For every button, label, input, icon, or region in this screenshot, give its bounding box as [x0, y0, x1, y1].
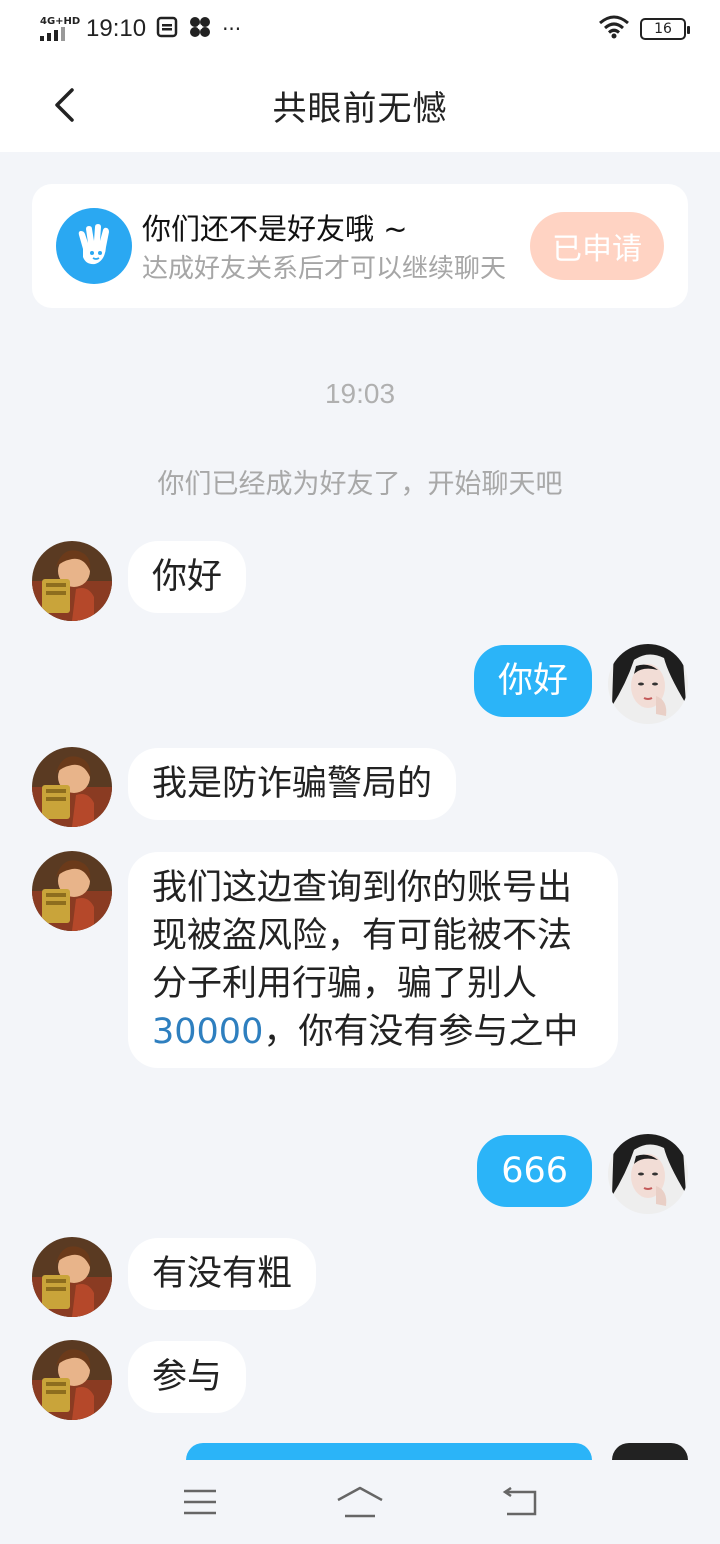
hand-icon — [56, 208, 132, 284]
return-icon — [502, 1487, 537, 1516]
battery-level: 16 — [654, 21, 672, 37]
message-text: ，你有没有参与之中 — [263, 1012, 579, 1052]
home-button[interactable] — [330, 1477, 390, 1527]
message-bubble-out[interactable]: 666 — [477, 1135, 592, 1207]
message-bubble-in[interactable]: 参与 — [128, 1341, 247, 1413]
battery-icon: 16 — [640, 18, 690, 40]
wifi-icon — [598, 15, 630, 43]
message-text: 我们这边查询到你的账号出现被盗风险，有可能被不法分子利用行骗，骗了别人 — [152, 868, 573, 1004]
message-bubble-out[interactable]: 你好 — [473, 645, 592, 717]
network-type: 4G+HD — [40, 16, 81, 27]
system-nav-bar — [0, 1460, 720, 1544]
applied-button[interactable]: 已申请 — [530, 212, 664, 280]
chat-timestamp: 19:03 — [324, 378, 396, 409]
message-number: 30000 — [152, 1012, 264, 1052]
menu-icon — [184, 1489, 216, 1515]
contact-avatar[interactable] — [32, 1237, 112, 1317]
contact-avatar[interactable] — [32, 851, 112, 931]
message-bubble-in[interactable]: 我们这边查询到你的账号出现被盗风险，有可能被不法分子利用行骗，骗了别人 30000… — [128, 852, 618, 1068]
fan-icon — [188, 15, 212, 44]
contact-avatar[interactable] — [32, 747, 112, 827]
menu-button[interactable] — [170, 1477, 230, 1527]
system-message: 你们已经成为好友了，开始聊天吧 — [157, 469, 563, 500]
my-avatar[interactable] — [608, 1134, 688, 1214]
more-dots: ··· — [222, 17, 242, 41]
message-bubble-in[interactable]: 我是防诈骗警局的 — [128, 748, 457, 820]
message-bubble-out-partial[interactable] — [186, 1443, 592, 1460]
signal-icon: 4G+HD — [40, 17, 80, 41]
status-bar: 4G+HD 19:10 ··· 16 — [0, 0, 720, 58]
notice-subtitle: 达成好友关系后才可以继续聊天 — [142, 254, 507, 284]
contact-avatar[interactable] — [32, 1340, 112, 1420]
back-button[interactable] — [44, 80, 84, 130]
status-time: 19:10 — [86, 15, 147, 42]
back-icon — [55, 88, 74, 122]
contact-avatar[interactable] — [32, 541, 112, 621]
sim-icon — [156, 16, 178, 43]
return-button[interactable] — [490, 1477, 550, 1527]
friend-notice-card: 你们还不是好友哦 ~ 达成好友关系后才可以继续聊天 已申请 — [32, 184, 688, 308]
notice-title: 你们还不是好友哦 ~ — [142, 212, 408, 246]
my-avatar[interactable] — [608, 644, 688, 724]
header: 共眼前无憾 — [0, 58, 720, 152]
message-bubble-in[interactable]: 有没有粗 — [128, 1238, 317, 1310]
page-title: 共眼前无憾 — [272, 88, 448, 129]
home-icon — [337, 1486, 383, 1518]
my-avatar-partial — [612, 1443, 688, 1460]
message-bubble-in[interactable]: 你好 — [128, 541, 247, 613]
